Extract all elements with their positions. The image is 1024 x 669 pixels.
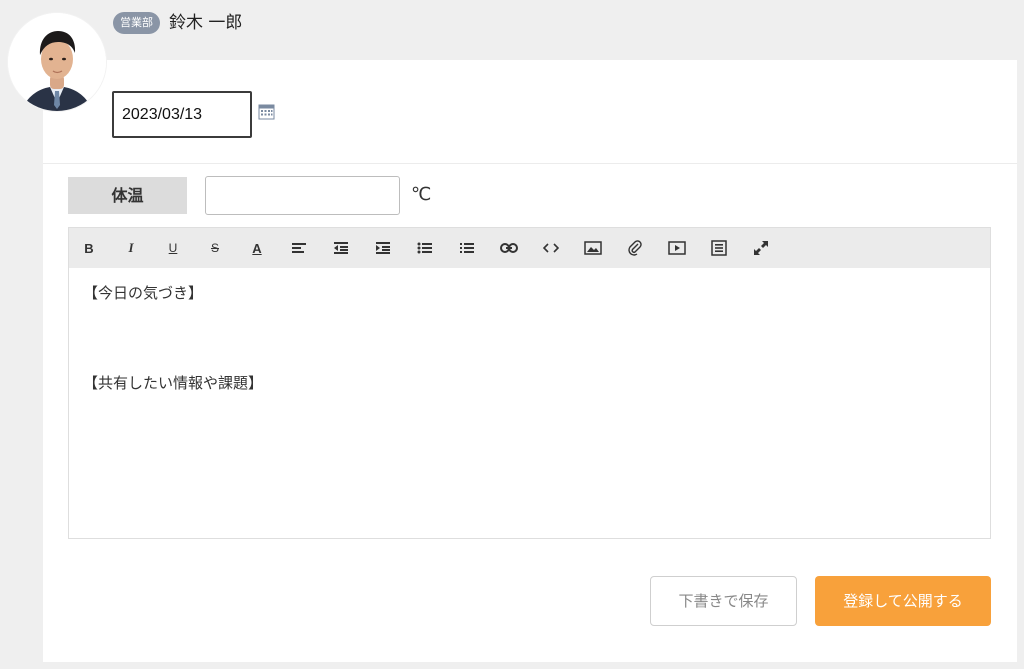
font-color-button[interactable]: A (246, 237, 268, 259)
editor-heading-insights: 【今日の気づき】 (83, 284, 204, 302)
bulleted-list-icon (417, 242, 432, 254)
editor-content[interactable]: 【今日の気づき】 【共有したい情報や課題】 (69, 268, 990, 538)
rich-text-editor: B I U S A 【今日の気づき】 【共有したい情報や課題】 (68, 227, 991, 539)
indent-button[interactable] (372, 237, 394, 259)
bold-icon: B (84, 240, 94, 256)
code-button[interactable] (540, 237, 562, 259)
outdent-icon (334, 242, 348, 254)
bulleted-list-button[interactable] (414, 237, 436, 259)
italic-button[interactable]: I (120, 237, 142, 259)
temperature-label: 体温 (68, 177, 187, 214)
fullscreen-icon (754, 241, 768, 255)
paperclip-icon (628, 240, 642, 256)
attachment-button[interactable] (624, 237, 646, 259)
strikethrough-button[interactable]: S (204, 237, 226, 259)
video-button[interactable] (666, 237, 688, 259)
temperature-unit: ℃ (411, 184, 432, 205)
underline-icon: U (168, 241, 178, 255)
numbered-list-button[interactable] (456, 237, 478, 259)
section-divider (43, 163, 1017, 164)
blockquote-button[interactable] (708, 237, 730, 259)
underline-button[interactable]: U (162, 237, 184, 259)
indent-icon (376, 242, 390, 254)
link-icon (500, 243, 518, 253)
publish-button[interactable]: 登録して公開する (815, 576, 991, 626)
numbered-list-icon (460, 243, 474, 253)
editor-toolbar: B I U S A (69, 228, 990, 268)
align-button[interactable] (288, 237, 310, 259)
strikethrough-icon: S (210, 241, 219, 255)
align-left-icon (292, 243, 306, 253)
video-icon (668, 241, 686, 255)
temperature-input[interactable] (205, 176, 400, 215)
calendar-icon[interactable] (258, 103, 275, 120)
user-name: 鈴木 一郎 (169, 13, 243, 33)
user-avatar (8, 13, 106, 111)
document-icon (711, 240, 727, 256)
outdent-button[interactable] (330, 237, 352, 259)
date-input[interactable] (112, 91, 252, 138)
save-draft-button[interactable]: 下書きで保存 (650, 576, 797, 626)
image-icon (584, 241, 602, 255)
department-badge: 営業部 (113, 12, 160, 34)
bold-button[interactable]: B (78, 237, 100, 259)
font-color-icon: A (252, 240, 262, 256)
link-button[interactable] (498, 237, 520, 259)
code-icon (543, 243, 559, 253)
italic-icon: I (128, 240, 134, 255)
image-button[interactable] (582, 237, 604, 259)
user-photo-icon (8, 13, 106, 111)
editor-heading-shared-info: 【共有したい情報や課題】 (83, 374, 264, 392)
fullscreen-button[interactable] (750, 237, 772, 259)
